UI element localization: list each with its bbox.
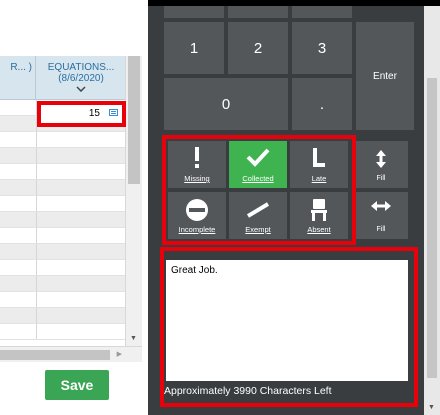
- table-row[interactable]: [0, 132, 125, 148]
- keypad-key-partial[interactable]: [292, 6, 352, 18]
- keypad-key-partial[interactable]: [228, 6, 288, 18]
- panel-scrollbar[interactable]: ▼: [424, 6, 440, 415]
- scroll-down-icon[interactable]: ▼: [428, 404, 435, 411]
- keypad-key-3[interactable]: 3: [292, 22, 352, 74]
- comment-highlight: [160, 247, 418, 407]
- status-buttons-highlight: [162, 135, 356, 245]
- keypad-key-2[interactable]: 2: [228, 22, 288, 74]
- fill-right-button[interactable]: Fill: [354, 192, 408, 239]
- assignment-date: (8/6/2020): [58, 73, 104, 84]
- table-row[interactable]: [0, 292, 125, 308]
- table-row[interactable]: [0, 260, 125, 276]
- table-row[interactable]: [0, 180, 125, 196]
- table-row[interactable]: [0, 148, 125, 164]
- save-button[interactable]: Save: [45, 370, 109, 400]
- scroll-right-icon[interactable]: ▶: [117, 350, 122, 358]
- scrollbar-thumb[interactable]: [0, 350, 110, 360]
- grid-rows: [0, 100, 125, 340]
- table-row[interactable]: [0, 324, 125, 340]
- assignment-column-header[interactable]: EQUATIONS... (8/6/2020): [37, 56, 125, 100]
- grid-header: R... ) EQUATIONS... (8/6/2020): [0, 56, 125, 100]
- keypad-key-decimal[interactable]: .: [292, 78, 352, 130]
- table-row[interactable]: [0, 196, 125, 212]
- vertical-arrows-icon: [376, 150, 386, 168]
- scroll-down-icon[interactable]: ▼: [130, 335, 137, 342]
- keypad-key-0[interactable]: 0: [164, 78, 288, 130]
- previous-column-header[interactable]: R... ): [0, 56, 36, 100]
- score-highlight: [37, 101, 126, 127]
- keypad-enter[interactable]: Enter: [356, 22, 414, 130]
- table-row[interactable]: [0, 276, 125, 292]
- table-row[interactable]: [0, 308, 125, 324]
- assignment-title: EQUATIONS...: [47, 62, 115, 73]
- gradebook-panel: R... ) EQUATIONS... (8/6/2020) 15 ▼ ▶ Sa…: [0, 0, 148, 415]
- table-row[interactable]: [0, 164, 125, 180]
- table-row[interactable]: [0, 212, 125, 228]
- scrollbar-thumb[interactable]: [427, 78, 437, 378]
- keypad-key-partial[interactable]: [164, 6, 224, 18]
- table-row[interactable]: [0, 244, 125, 260]
- grid-vertical-scrollbar[interactable]: ▼: [125, 56, 142, 346]
- scrollbar-thumb[interactable]: [128, 56, 140, 184]
- fill-right-label: Fill: [376, 226, 386, 233]
- fill-down-button[interactable]: Fill: [354, 141, 408, 188]
- table-row[interactable]: [0, 228, 125, 244]
- keypad-key-1[interactable]: 1: [164, 22, 224, 74]
- grid-horizontal-scrollbar[interactable]: ▶: [0, 346, 142, 362]
- horizontal-arrows-icon: [371, 201, 391, 211]
- fill-down-label: Fill: [376, 175, 386, 182]
- chevron-down-icon[interactable]: [76, 86, 86, 92]
